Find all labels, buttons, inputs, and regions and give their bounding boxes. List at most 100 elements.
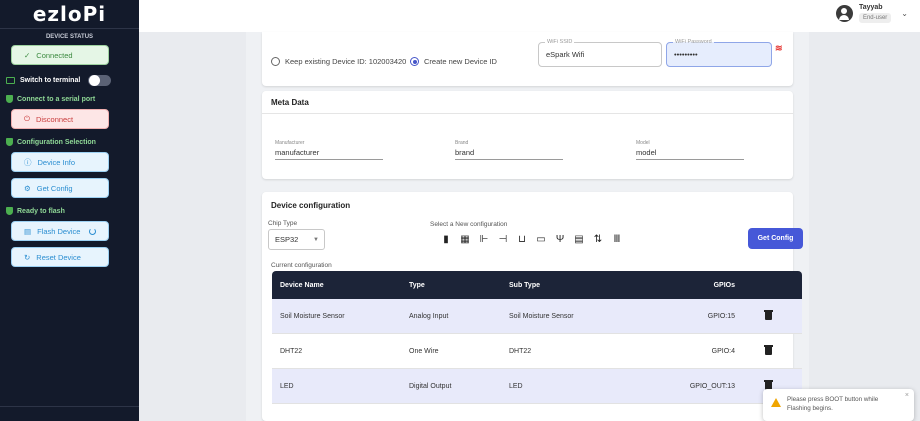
table-row[interactable]: LED Digital Output LED GPIO_OUT:13 (272, 369, 802, 404)
switch-terminal-label: Switch to terminal (20, 77, 81, 84)
wifi-off-icon: ≋ (775, 43, 783, 53)
sidebar-bottom-divider (0, 406, 139, 407)
manufacturer-label: Manufacturer (275, 140, 305, 146)
get-config-sidebar-button[interactable]: ⚙ Get Config (11, 178, 109, 198)
disconnect-label: Disconnect (35, 114, 74, 124)
connect-serial-heading: Connect to a serial port (0, 95, 139, 103)
main-panel: Keep existing Device ID: 102003420 Creat… (246, 32, 809, 421)
close-icon[interactable]: × (905, 392, 909, 399)
brand-label: Brand (455, 140, 469, 146)
cell-device-name: Soil Moisture Sensor (280, 312, 345, 320)
brand-value: brand (455, 148, 475, 157)
top-bar: Tayyab End-user ⌄ (139, 0, 920, 32)
manufacturer-field[interactable]: Manufacturer manufacturer (275, 140, 383, 160)
delete-button[interactable] (735, 345, 802, 355)
chip-type-label: Chip Type (268, 220, 298, 227)
create-device-id-option[interactable]: Create new Device ID (410, 57, 497, 66)
current-config-label: Current configuration (271, 262, 332, 269)
connect-serial-label: Connect to a serial port (17, 95, 96, 103)
antenna-icon[interactable]: Ψ (555, 234, 565, 245)
pins-icon[interactable]: Ⅲ (612, 234, 622, 245)
cell-type: Digital Output (409, 382, 452, 390)
shield-check-icon (6, 95, 13, 103)
flash-device-button[interactable]: ▤ Flash Device (11, 221, 109, 241)
user-info: Tayyab End-user (858, 4, 892, 23)
meta-divider (262, 113, 793, 114)
disconnect-button[interactable]: ⏻ Disconnect (11, 109, 109, 129)
device-info-button[interactable]: ⓘ Device Info (11, 152, 109, 172)
cell-sub-type: Soil Moisture Sensor (509, 312, 574, 320)
get-config-button[interactable]: Get Config (748, 228, 803, 249)
bracket-icon[interactable]: ⊔ (517, 234, 527, 245)
trash-icon[interactable] (764, 345, 773, 355)
user-name: Tayyab (858, 4, 883, 11)
board-icon[interactable]: ▤ (574, 234, 584, 245)
wifi-ssid-value: eSpark Wifi (546, 50, 585, 59)
wifi-password-field[interactable]: WiFi Password ••••••••• (666, 39, 772, 67)
relay-icon[interactable]: ▦ (460, 234, 470, 245)
model-field[interactable]: Model model (636, 140, 744, 160)
radio-unchecked-icon[interactable] (271, 57, 280, 66)
keep-device-id-option[interactable]: Keep existing Device ID: 102003420 (271, 57, 406, 66)
device-config-card: Device configuration Chip Type ESP32 ▼ S… (262, 192, 803, 421)
sensor-icon[interactable]: ▭ (536, 234, 546, 245)
meta-data-title: Meta Data (271, 98, 309, 107)
terminal-icon (6, 77, 15, 84)
connected-status-button[interactable]: ✓ Connected (11, 45, 109, 65)
ezlopi-logo: ezloPi (32, 2, 107, 26)
wifi-password-value: ••••••••• (674, 50, 698, 59)
radio-checked-icon[interactable] (410, 57, 419, 66)
config-selection-heading: Configuration Selection (0, 138, 139, 146)
cell-device-name: LED (280, 382, 294, 390)
manufacturer-value: manufacturer (275, 148, 320, 157)
check-circle-icon: ✓ (24, 50, 31, 60)
device-info-label: Device Info (37, 157, 76, 167)
chevron-down-icon[interactable]: ⌄ (901, 9, 908, 18)
chip-type-value: ESP32 (275, 235, 299, 244)
device-status-heading: DEVICE STATUS (45, 34, 94, 40)
transfer-icon[interactable]: ⇅ (593, 234, 603, 245)
model-label: Model (636, 140, 650, 146)
warning-icon (771, 398, 781, 407)
delete-button[interactable] (735, 310, 802, 320)
toast-message: Please press BOOT button while Flashing … (787, 396, 879, 412)
flash-device-label: Flash Device (37, 226, 81, 236)
header-device-name: Device Name (280, 281, 324, 289)
device-config-title: Device configuration (271, 201, 351, 210)
table-header: Device Name Type Sub Type GPIOs (272, 271, 802, 299)
switch-icon[interactable]: ⊩ (479, 234, 489, 245)
model-value: model (636, 148, 657, 157)
chip-type-select[interactable]: ESP32 ▼ (268, 229, 325, 250)
avatar-icon (835, 5, 853, 22)
cell-type: One Wire (409, 347, 439, 355)
wifi-ssid-field[interactable]: WiFi SSID eSpark Wifi (538, 39, 662, 67)
terminal-toggle[interactable] (88, 75, 112, 86)
cell-gpio: GPIO_OUT:13 (689, 382, 735, 390)
select-config-label: Select a New configuration (430, 221, 508, 228)
led-icon[interactable]: ▮ (441, 234, 451, 245)
brand-field[interactable]: Brand brand (455, 140, 563, 160)
connected-label: Connected (36, 50, 73, 60)
cell-type: Analog Input (409, 312, 449, 320)
user-menu[interactable]: Tayyab End-user ⌄ (835, 4, 908, 23)
reset-device-button[interactable]: ↻ Reset Device (11, 247, 109, 267)
sidebar-divider (0, 28, 139, 29)
info-icon: ⓘ (24, 157, 32, 167)
table-row[interactable]: DHT22 One Wire DHT22 GPIO:4 (272, 334, 802, 369)
header-gpios: GPIOs (713, 281, 735, 289)
sidebar: ezloPi DEVICE STATUS ✓ Connected Switch … (0, 0, 139, 421)
trash-icon[interactable] (764, 310, 773, 320)
cell-gpio: GPIO:15 (707, 312, 735, 320)
shield-check-icon (6, 138, 13, 146)
table-row[interactable]: Soil Moisture Sensor Analog Input Soil M… (272, 299, 802, 334)
plug-icon[interactable]: ⊣ (498, 234, 508, 245)
config-selection-label: Configuration Selection (17, 138, 96, 146)
cell-gpio: GPIO:4 (711, 347, 735, 355)
user-role-badge: End-user (858, 13, 892, 23)
flash-toast: Please press BOOT button while Flashing … (763, 389, 914, 421)
switch-to-terminal-row: Switch to terminal (0, 75, 139, 86)
cell-sub-type: DHT22 (509, 347, 532, 355)
keep-device-id-label: Keep existing Device ID: 102003420 (285, 57, 407, 66)
flash-icon: ▤ (24, 226, 32, 236)
loading-spinner-icon (89, 227, 97, 235)
